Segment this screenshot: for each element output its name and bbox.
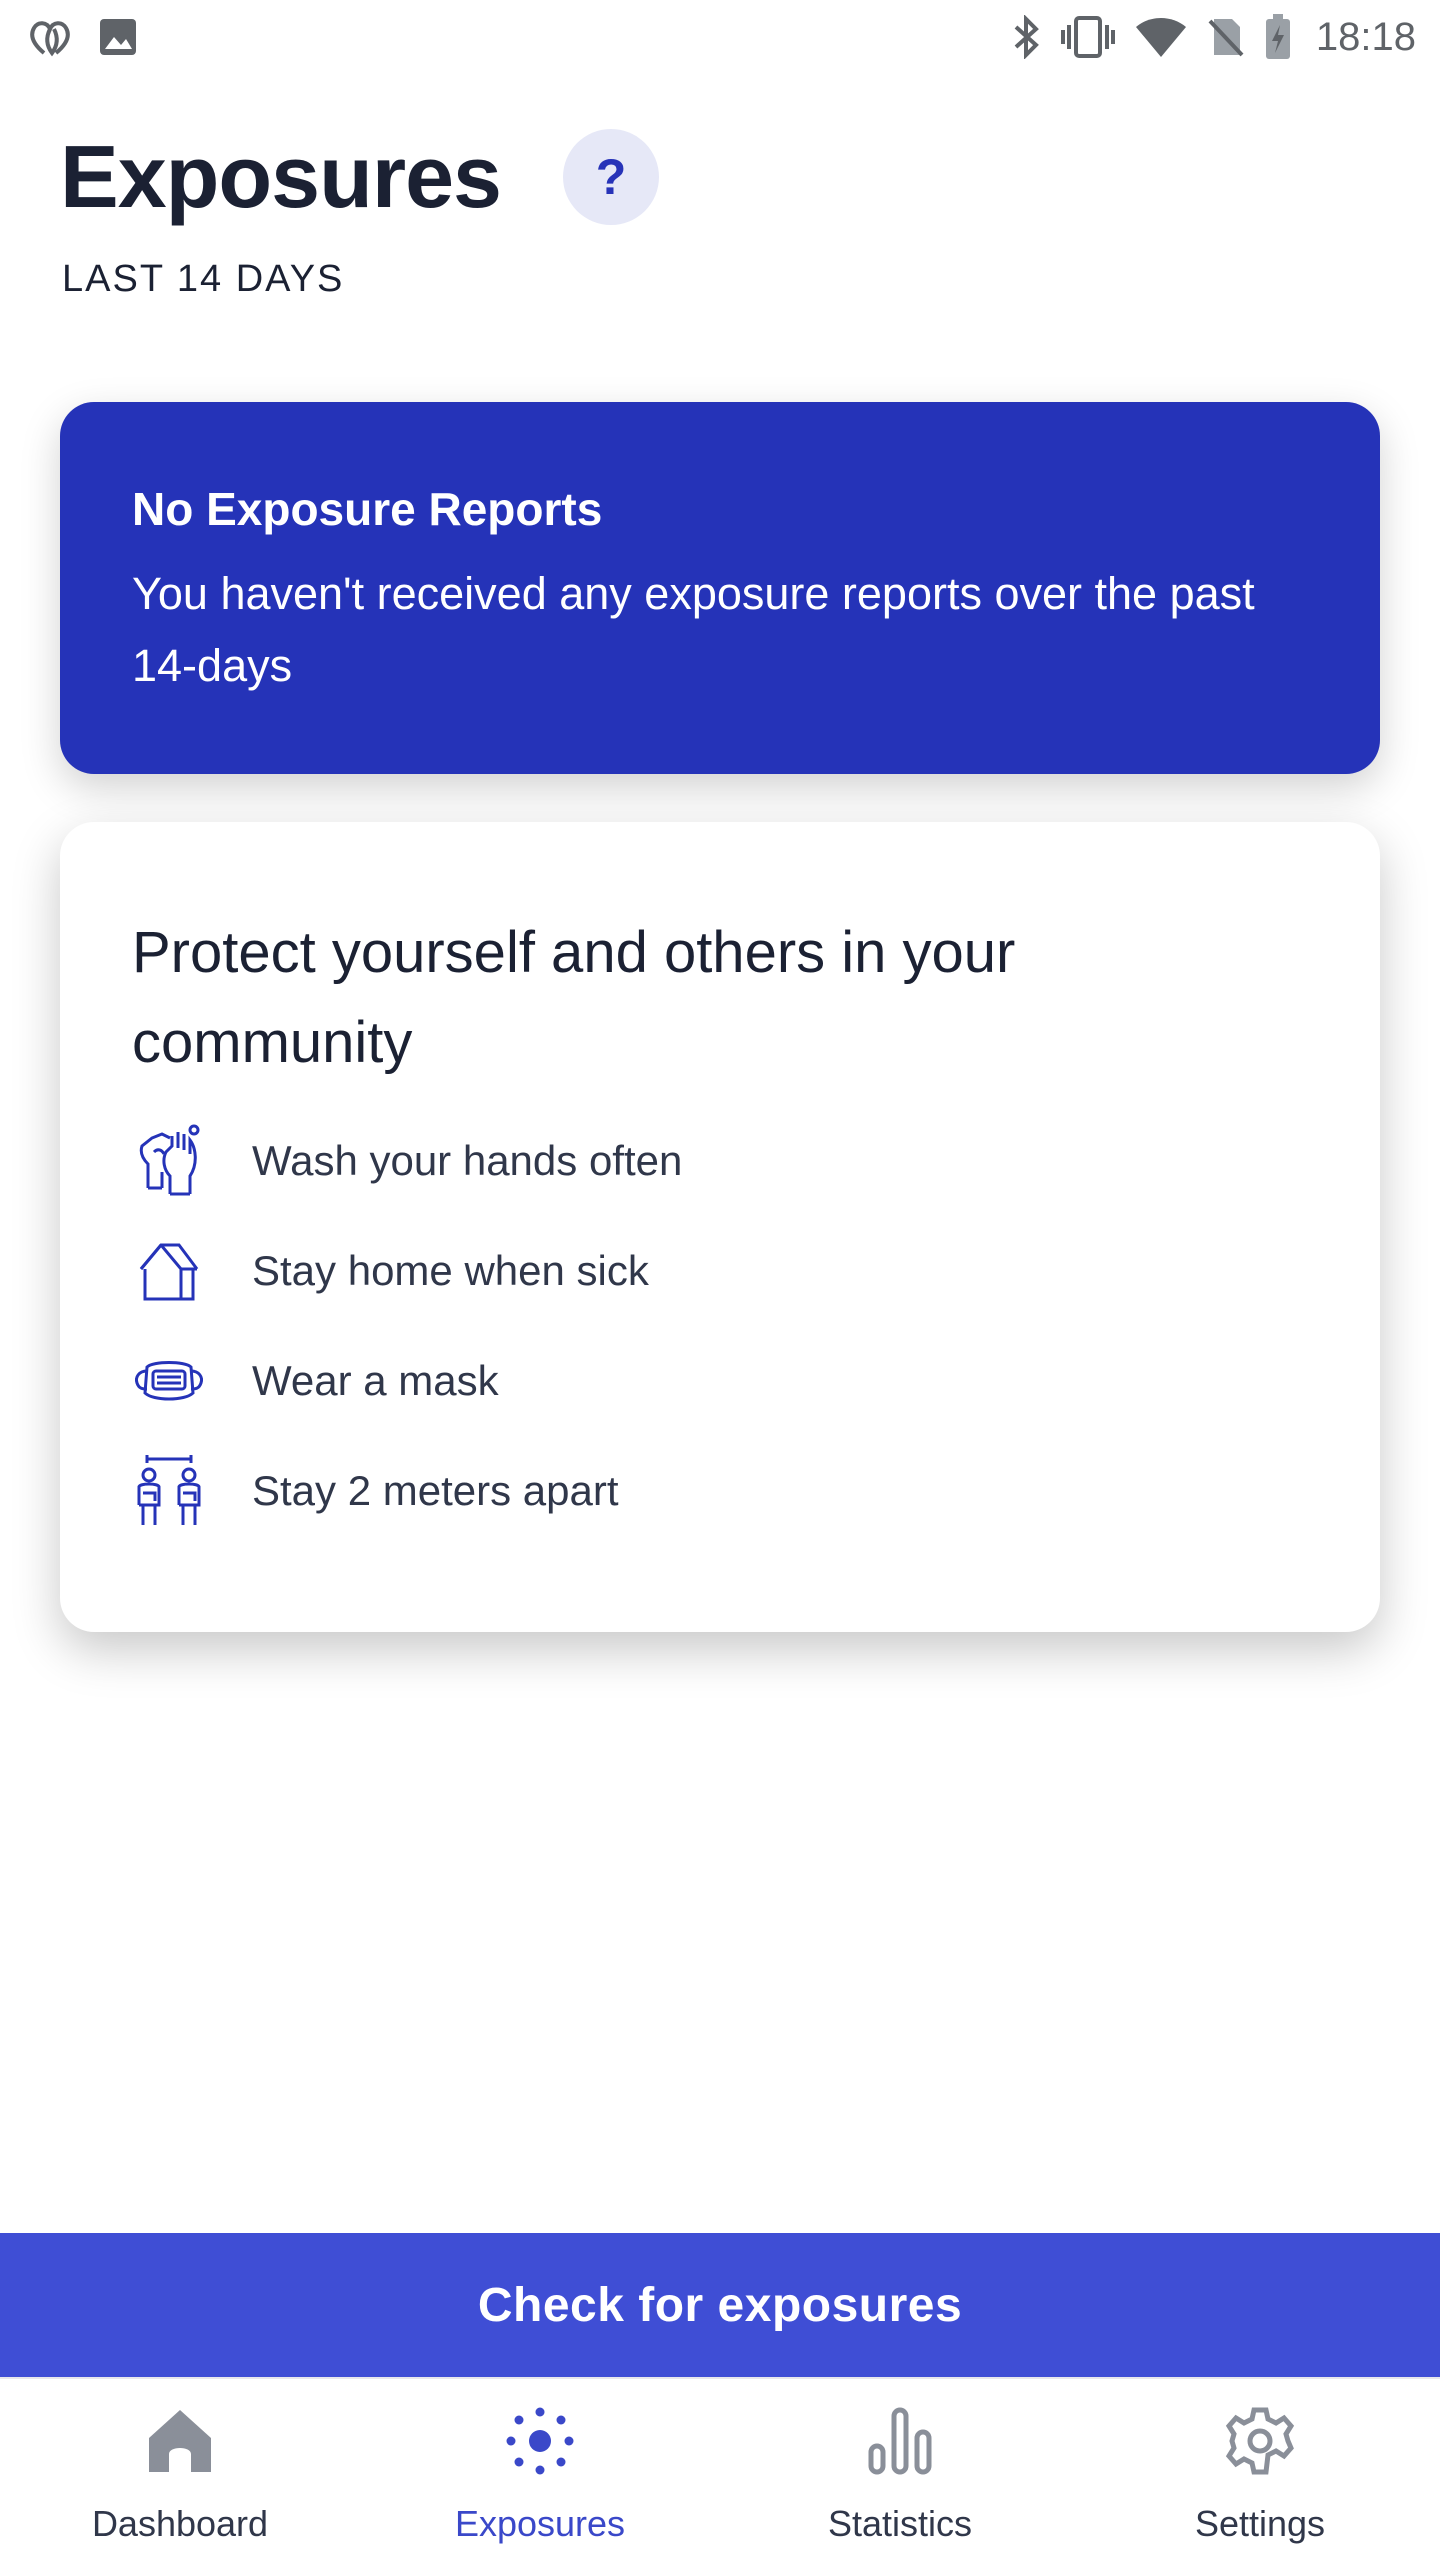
wifi-icon bbox=[1134, 15, 1188, 59]
nav-label: Statistics bbox=[827, 2503, 973, 2544]
house-icon bbox=[132, 1234, 206, 1308]
bar-chart-icon bbox=[865, 2401, 935, 2481]
nav-label: Settings bbox=[1194, 2503, 1326, 2544]
battery-charging-icon bbox=[1264, 13, 1292, 61]
no-sim-icon bbox=[1206, 15, 1246, 59]
hand-wash-icon bbox=[132, 1124, 206, 1198]
vibrate-icon bbox=[1060, 15, 1116, 59]
nav-item-settings[interactable]: Settings bbox=[1080, 2379, 1440, 2560]
list-item: Wash your hands often bbox=[132, 1106, 1308, 1216]
tip-label: Stay home when sick bbox=[252, 1247, 649, 1294]
nav-item-dashboard[interactable]: Dashboard bbox=[0, 2379, 360, 2560]
gear-icon bbox=[1225, 2401, 1295, 2481]
tip-label: Stay 2 meters apart bbox=[252, 1467, 619, 1514]
tip-label: Wash your hands often bbox=[252, 1137, 683, 1184]
nav-label: Dashboard bbox=[91, 2503, 269, 2544]
protect-title: Protect yourself and others in your comm… bbox=[132, 920, 1016, 1075]
tip-label: Wear a mask bbox=[252, 1357, 499, 1404]
list-item: Stay home when sick bbox=[132, 1216, 1308, 1326]
image-icon bbox=[98, 17, 138, 57]
report-text: You haven't received any exposure report… bbox=[132, 568, 1255, 691]
exposure-report-card: No Exposure Reports You haven't received… bbox=[60, 402, 1380, 774]
status-time: 18:18 bbox=[1315, 14, 1416, 59]
status-bar: 18:18 bbox=[0, 0, 1440, 74]
page-subtitle: LAST 14 DAYS bbox=[62, 258, 345, 300]
nav-item-exposures[interactable]: Exposures bbox=[360, 2379, 720, 2560]
home-icon bbox=[145, 2401, 215, 2481]
list-item: Stay 2 meters apart bbox=[132, 1436, 1308, 1546]
mask-icon bbox=[132, 1344, 206, 1418]
protect-card: Protect yourself and others in your comm… bbox=[60, 822, 1380, 1632]
exposures-screen: 18:18 Exposures ? LAST 14 DAYS No Exposu… bbox=[0, 0, 1440, 2560]
distance-icon bbox=[132, 1454, 206, 1528]
page-title: Exposures bbox=[60, 127, 502, 226]
bottom-nav: Dashboard Exposures Statistics Settings bbox=[0, 2377, 1440, 2560]
check-for-exposures-button[interactable]: Check for exposures bbox=[0, 2233, 1440, 2377]
tip-list: Wash your hands often Stay home when sic… bbox=[132, 1106, 1308, 1546]
help-button[interactable]: ? bbox=[562, 129, 659, 225]
heart-outline-icon bbox=[28, 17, 76, 57]
bluetooth-icon bbox=[1012, 15, 1042, 59]
header: Exposures ? bbox=[60, 126, 659, 228]
list-item: Wear a mask bbox=[132, 1326, 1308, 1436]
report-title: No Exposure Reports bbox=[132, 483, 603, 535]
nav-label: Exposures bbox=[454, 2503, 626, 2544]
exposure-dots-icon bbox=[505, 2401, 575, 2481]
nav-item-statistics[interactable]: Statistics bbox=[720, 2379, 1080, 2560]
